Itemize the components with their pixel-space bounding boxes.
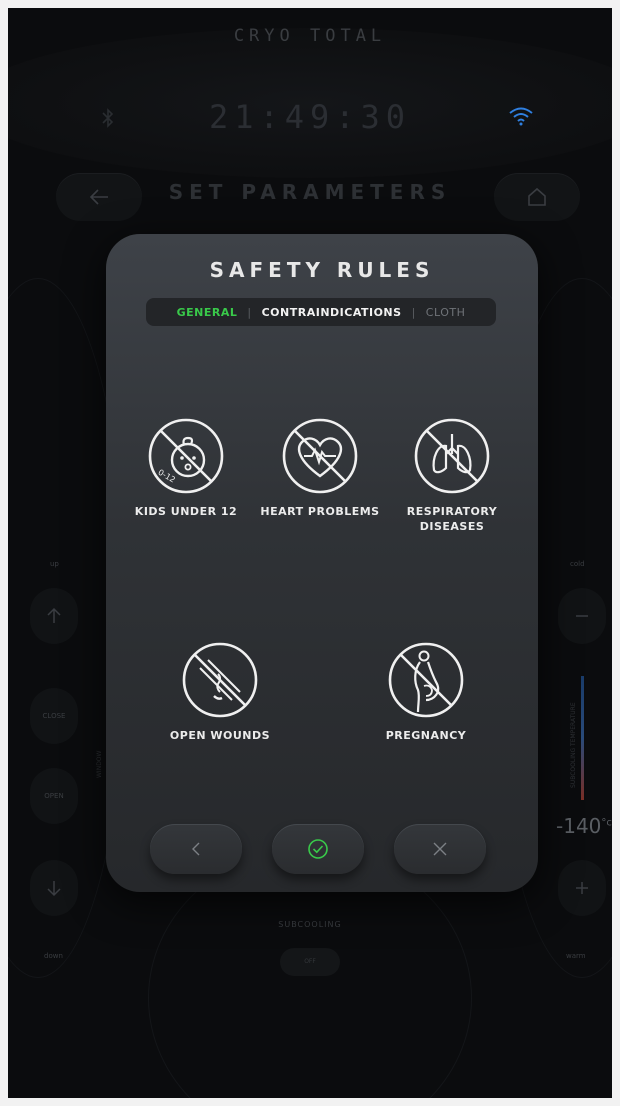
down-button[interactable] — [30, 860, 78, 916]
child-prohibited-icon: 0-12 — [148, 418, 224, 494]
tab-contraindications[interactable]: CONTRAINDICATIONS — [260, 306, 404, 319]
safety-rules-modal: SAFETY RULES GENERAL | CONTRAINDICATIONS… — [106, 234, 538, 892]
cold-label: cold — [570, 560, 585, 568]
decrease-temp-button[interactable] — [558, 588, 606, 644]
up-button[interactable] — [30, 588, 78, 644]
brand-title: CRYO TOTAL — [233, 26, 387, 46]
modal-title: SAFETY RULES — [209, 258, 435, 282]
open-window-button[interactable]: OPEN — [30, 768, 78, 824]
arrow-up-icon — [47, 607, 61, 623]
rule-kids-under-12: 0-12 KIDS UNDER 12 — [116, 414, 256, 519]
tab-general[interactable]: GENERAL — [175, 306, 240, 319]
rule-pregnancy: PREGNANCY — [356, 638, 496, 743]
rule-label-respiratory: RESPIRATORY DISEASES — [406, 505, 498, 533]
window-caption: WINDOW — [96, 750, 103, 778]
rule-label-heart: HEART PROBLEMS — [260, 505, 380, 518]
check-circle-icon — [308, 839, 328, 859]
plus-icon — [576, 882, 588, 894]
rule-respiratory-diseases: RESPIRATORY DISEASES — [382, 414, 522, 534]
temperature-readout: -140°c — [556, 814, 612, 838]
arrow-down-icon — [47, 881, 61, 897]
tab-cloth[interactable]: CLOTH — [424, 306, 468, 319]
rule-heart-problems: HEART PROBLEMS — [250, 414, 390, 519]
pregnancy-prohibited-icon — [388, 642, 464, 718]
increase-temp-button[interactable] — [558, 860, 606, 916]
rule-label-pregnancy: PREGNANCY — [385, 729, 467, 742]
temperature-value: -140 — [556, 814, 602, 838]
close-window-label: CLOSE — [42, 712, 66, 720]
rule-open-wounds: OPEN WOUNDS — [150, 638, 290, 743]
home-button[interactable] — [494, 173, 580, 221]
subcooling-label: SUBCOOLING — [278, 920, 342, 929]
tab-bar: GENERAL | CONTRAINDICATIONS | CLOTH — [146, 298, 496, 326]
minus-icon — [576, 615, 588, 617]
close-icon — [433, 842, 447, 856]
open-window-label: OPEN — [44, 792, 64, 800]
previous-button[interactable] — [150, 824, 242, 874]
wifi-icon[interactable] — [508, 106, 534, 126]
app-screen: CRYO TOTAL 21:49:30 SET PARAMETERS up CL… — [8, 8, 612, 1098]
close-window-button[interactable]: CLOSE — [30, 688, 78, 744]
warm-label: warm — [566, 952, 586, 960]
home-icon — [528, 187, 546, 206]
rule-label-wounds: OPEN WOUNDS — [169, 729, 271, 742]
lungs-prohibited-icon — [414, 418, 490, 494]
wound-prohibited-icon — [182, 642, 258, 718]
temperature-bar — [581, 676, 584, 800]
confirm-button[interactable] — [272, 824, 364, 874]
heart-prohibited-icon — [282, 418, 358, 494]
temperature-unit: °c — [601, 817, 612, 829]
subcooling-toggle[interactable]: OFF — [280, 948, 340, 976]
tab-separator: | — [247, 305, 252, 319]
temperature-caption: SUBCOOLING TEMPERATURE — [570, 702, 577, 788]
up-label: up — [50, 560, 59, 568]
close-button[interactable] — [394, 824, 486, 874]
tab-separator: | — [411, 305, 416, 319]
chevron-left-icon — [192, 842, 200, 856]
down-label: down — [44, 952, 63, 960]
rule-label-kids: KIDS UNDER 12 — [134, 505, 238, 518]
